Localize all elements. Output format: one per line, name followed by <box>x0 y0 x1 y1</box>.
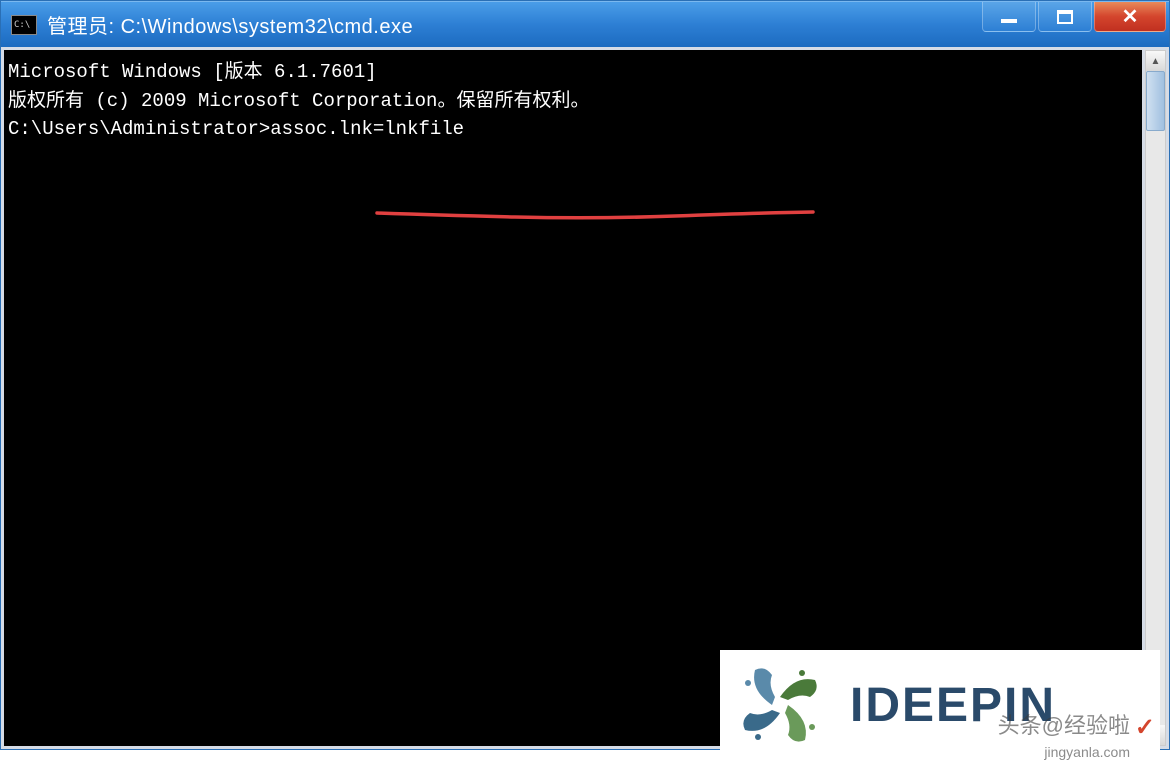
terminal-container: Microsoft Windows [版本 6.1.7601]版权所有 (c) … <box>1 47 1169 749</box>
terminal-output-line: Microsoft Windows [版本 6.1.7601] <box>8 58 1138 87</box>
titlebar[interactable]: C:\ 管理员: C:\Windows\system32\cmd.exe ✕ <box>1 1 1169 47</box>
terminal-prompt-line: C:\Users\Administrator>assoc.lnk=lnkfile <box>8 115 1138 144</box>
scroll-track[interactable] <box>1146 71 1165 725</box>
cmd-icon: C:\ <box>11 15 37 35</box>
cmd-window: C:\ 管理员: C:\Windows\system32\cmd.exe ✕ M… <box>0 0 1170 750</box>
watermark-check-icon: ✓ <box>1135 713 1155 742</box>
scroll-thumb[interactable] <box>1146 71 1165 131</box>
red-underline-annotation <box>284 172 724 182</box>
window-title: 管理员: C:\Windows\system32\cmd.exe <box>47 10 413 39</box>
window-controls: ✕ <box>982 2 1166 32</box>
watermark-url: jingyanla.com <box>1044 744 1130 760</box>
prompt: C:\Users\Administrator> <box>8 118 270 140</box>
maximize-button[interactable] <box>1038 2 1092 32</box>
close-icon: ✕ <box>1122 4 1139 29</box>
terminal[interactable]: Microsoft Windows [版本 6.1.7601]版权所有 (c) … <box>4 50 1142 746</box>
terminal-output-line: 版权所有 (c) 2009 Microsoft Corporation。保留所有… <box>8 87 1138 116</box>
vertical-scrollbar[interactable]: ▲ ▼ <box>1145 50 1166 746</box>
swirl-icon <box>730 655 830 755</box>
scroll-up-arrow[interactable]: ▲ <box>1146 51 1165 71</box>
command-input: assoc.lnk=lnkfile <box>270 118 464 140</box>
watermark-attribution: 头条@经验啦 <box>998 708 1130 740</box>
maximize-icon <box>1057 10 1073 24</box>
minimize-button[interactable] <box>982 2 1036 32</box>
minimize-icon <box>1001 19 1017 23</box>
close-button[interactable]: ✕ <box>1094 2 1166 32</box>
